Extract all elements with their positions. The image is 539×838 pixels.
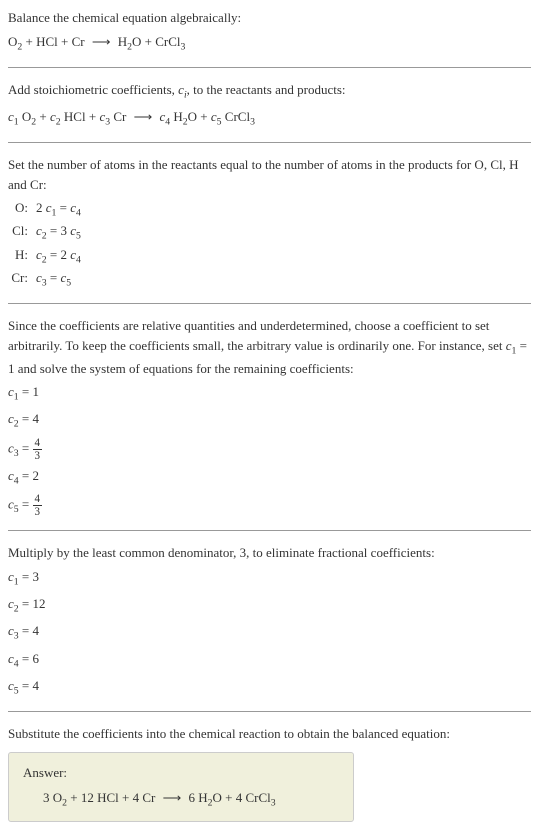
coefficient-value: c5 = 4 [8, 676, 531, 699]
species: O + [188, 109, 211, 124]
species: O + 4 CrCl [213, 790, 271, 805]
reactant: + HCl + Cr [22, 34, 88, 49]
step1-text: Add stoichiometric coefficients, ci, to … [8, 80, 531, 103]
species: 3 O [43, 790, 62, 805]
coefficient-value: c1 = 3 [8, 567, 531, 590]
coefficient-value: c3 = 43 [8, 437, 531, 462]
step4-text: Multiply by the least common denominator… [8, 543, 531, 563]
equation: c2 = 3 c5 [36, 221, 81, 244]
answer-equation: 3 O2 + 12 HCl + 4 Cr ⟶ 6 H2O + 4 CrCl3 [23, 788, 339, 811]
arrow-icon: ⟶ [88, 32, 115, 52]
species: O [19, 109, 32, 124]
coefficient-value: c2 = 12 [8, 594, 531, 617]
atom-equation-row: O:2 c1 = c4 [8, 198, 531, 221]
step3-section: Since the coefficients are relative quan… [8, 316, 531, 518]
reactant: O [8, 34, 17, 49]
text: Add stoichiometric coefficients, [8, 82, 178, 97]
step3-values: c1 = 1 c2 = 4 c3 = 43 c4 = 2 c5 = 43 [8, 382, 531, 518]
text: Since the coefficients are relative quan… [8, 318, 506, 353]
step2-text: Set the number of atoms in the reactants… [8, 155, 531, 194]
coefficient-value: c3 = 4 [8, 621, 531, 644]
species: 6 H [185, 790, 207, 805]
atom-label: Cl: [8, 221, 36, 244]
subscript: 3 [250, 117, 255, 128]
equation: c2 = 2 c4 [36, 245, 81, 268]
answer-box: Answer: 3 O2 + 12 HCl + 4 Cr ⟶ 6 H2O + 4… [8, 752, 354, 823]
coefficient-value: c5 = 43 [8, 493, 531, 518]
equation: 2 c1 = c4 [36, 198, 81, 221]
answer-label: Answer: [23, 763, 339, 783]
equation: c3 = c5 [36, 268, 71, 291]
species: + 12 HCl + 4 Cr [67, 790, 159, 805]
divider [8, 67, 531, 68]
atom-equation-row: Cl:c2 = 3 c5 [8, 221, 531, 244]
intro-text: Balance the chemical equation algebraica… [8, 8, 531, 28]
subscript: 3 [181, 41, 186, 52]
step2-section: Set the number of atoms in the reactants… [8, 155, 531, 291]
divider [8, 303, 531, 304]
coefficient-value: c1 = 1 [8, 382, 531, 405]
subscript: 3 [271, 798, 276, 809]
plus: + [36, 109, 50, 124]
arrow-icon: ⟶ [159, 788, 186, 808]
product: H [115, 34, 128, 49]
step5-section: Substitute the coefficients into the che… [8, 724, 531, 822]
step4-values: c1 = 3 c2 = 12 c3 = 4 c4 = 6 c5 = 4 [8, 567, 531, 699]
atom-equation-row: H:c2 = 2 c4 [8, 245, 531, 268]
divider [8, 711, 531, 712]
product: O + CrCl [132, 34, 181, 49]
atom-equations: O:2 c1 = c4Cl:c2 = 3 c5H:c2 = 2 c4Cr:c3 … [8, 198, 531, 291]
step4-section: Multiply by the least common denominator… [8, 543, 531, 699]
atom-label: H: [8, 245, 36, 268]
species: HCl + [61, 109, 100, 124]
coefficient-value: c4 = 6 [8, 649, 531, 672]
atom-label: O: [8, 198, 36, 221]
species: CrCl [222, 109, 251, 124]
species: H [170, 109, 183, 124]
intro-equation: O2 + HCl + Cr ⟶ H2O + CrCl3 [8, 32, 531, 55]
step3-text: Since the coefficients are relative quan… [8, 316, 531, 378]
step5-text: Substitute the coefficients into the che… [8, 724, 531, 744]
coefficient-value: c4 = 2 [8, 466, 531, 489]
arrow-icon: ⟶ [130, 107, 157, 127]
coefficient-value: c2 = 4 [8, 409, 531, 432]
step1-section: Add stoichiometric coefficients, ci, to … [8, 80, 531, 130]
intro-section: Balance the chemical equation algebraica… [8, 8, 531, 55]
text: , to the reactants and products: [187, 82, 346, 97]
step1-equation: c1 O2 + c2 HCl + c3 Cr ⟶ c4 H2O + c5 CrC… [8, 107, 531, 130]
divider [8, 530, 531, 531]
divider [8, 142, 531, 143]
atom-label: Cr: [8, 268, 36, 291]
atom-equation-row: Cr:c3 = c5 [8, 268, 531, 291]
species: Cr [110, 109, 130, 124]
